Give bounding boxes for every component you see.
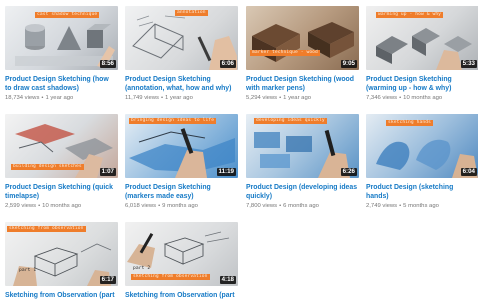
video-title-line: (annotation, what, how and why): [125, 85, 232, 92]
upload-age: 1 year ago: [45, 95, 74, 101]
overlay-tag: warming up - how & why: [376, 12, 444, 18]
video-title-line: timelapse): [5, 193, 40, 200]
video-meta: 18,734 views • 1 year ago: [5, 95, 121, 102]
overlay-tag: part 1: [19, 268, 37, 273]
video-thumbnail[interactable]: marker technique - wood 9:05: [246, 6, 359, 70]
view-count: 7,800 views: [246, 203, 278, 209]
video-title-link[interactable]: Product Design Sketching (markers made e…: [125, 183, 241, 201]
duration-badge: 6:06: [219, 60, 236, 68]
video-title-line: quickly): [246, 193, 273, 200]
overlay-tag: sketching from observation: [131, 274, 210, 280]
duration-badge: 6:04: [460, 168, 477, 176]
video-title-line: Sketching from Observation (part: [5, 292, 115, 299]
video-title-link[interactable]: Product Design Sketching (how to draw ca…: [5, 75, 121, 93]
video-title-link[interactable]: Product Design Sketching (quick timelaps…: [5, 183, 121, 201]
upload-age: 1 year ago: [165, 95, 193, 101]
video-title-line: Product Design Sketching (wood: [246, 76, 354, 83]
video-thumbnail[interactable]: sketching from observation part 1 6:17: [5, 222, 118, 286]
video-title-line: Product Design Sketching: [125, 76, 211, 83]
video-title-line: Product Design (sketching: [366, 184, 454, 191]
video-title-link[interactable]: Sketching from Observation (part: [125, 291, 241, 300]
video-meta: 11,749 views • 1 year ago: [125, 95, 241, 102]
overlay-tag: cast shadow technique: [35, 12, 100, 18]
video-title-line: hands): [366, 193, 389, 200]
duration-badge: 4:18: [219, 276, 236, 284]
view-count: 6,018 views: [125, 203, 157, 209]
video-title-link[interactable]: Sketching from Observation (part: [5, 291, 121, 300]
overlay-tag: building design sketches: [11, 164, 84, 170]
view-count: 11,749 views: [125, 95, 159, 101]
video-title-line: Product Design (developing ideas: [246, 184, 358, 191]
view-count: 2,599 views: [5, 203, 37, 209]
video-meta: 6,018 views • 9 months ago: [125, 203, 241, 210]
video-thumbnail[interactable]: part 2 sketching from observation 4:18: [125, 222, 238, 286]
video-thumbnail[interactable]: cast shadow technique 8:56: [5, 6, 118, 70]
duration-badge: 1:07: [99, 168, 116, 176]
video-title-line: with marker pens): [246, 85, 305, 92]
video-thumbnail[interactable]: warming up - how & why 5:33: [366, 6, 478, 70]
video-title-line: Product Design Sketching (how: [5, 76, 109, 83]
view-count: 2,749 views: [366, 203, 398, 209]
duration-badge: 6:17: [99, 276, 116, 284]
upload-age: 10 months ago: [42, 203, 82, 209]
video-meta: 7,800 views • 6 months ago: [246, 203, 362, 210]
video-title-line: (warming up - how & why): [366, 85, 452, 92]
video-title-line: (markers made easy): [125, 193, 194, 200]
overlay-tag: annotation: [175, 10, 208, 16]
overlay-tag: developing ideas quickly: [254, 118, 327, 124]
video-thumbnail[interactable]: sketching hands 6:04: [366, 114, 478, 178]
duration-badge: 8:56: [99, 60, 116, 68]
duration-badge: 6:26: [340, 168, 357, 176]
upload-age: 1 year ago: [283, 95, 312, 101]
duration-badge: 9:05: [340, 60, 357, 68]
video-title-link[interactable]: Product Design Sketching (annotation, wh…: [125, 75, 241, 93]
video-meta: 2,599 views • 10 months ago: [5, 203, 121, 210]
video-thumbnail[interactable]: developing ideas quickly 6:26: [246, 114, 359, 178]
video-title-line: Product Design Sketching: [366, 76, 452, 83]
video-title-link[interactable]: Product Design (sketching hands): [366, 183, 478, 201]
view-count: 18,734 views: [5, 95, 40, 101]
video-meta: 5,294 views • 1 year ago: [246, 95, 362, 102]
duration-badge: 5:33: [460, 60, 477, 68]
video-meta: 7,346 views • 10 months ago: [366, 95, 478, 102]
duration-badge: 11:19: [216, 168, 236, 176]
video-thumbnail[interactable]: annotation 6:06: [125, 6, 238, 70]
upload-age: 6 months ago: [283, 203, 319, 209]
video-title-link[interactable]: Product Design Sketching (wood with mark…: [246, 75, 362, 93]
video-thumbnail[interactable]: bringing design ideas to life 11:19: [125, 114, 238, 178]
upload-age: 10 months ago: [403, 95, 443, 101]
overlay-tag: marker technique - wood: [250, 50, 320, 56]
upload-age: 9 months ago: [162, 203, 198, 209]
overlay-tag: bringing design ideas to life: [129, 118, 217, 124]
video-title-line: Product Design Sketching (quick: [5, 184, 113, 191]
video-thumbnail[interactable]: building design sketches 1:07: [5, 114, 118, 178]
video-title-line: Product Design Sketching: [125, 184, 211, 191]
video-title-link[interactable]: Product Design Sketching (warming up - h…: [366, 75, 478, 93]
view-count: 7,346 views: [366, 95, 398, 101]
overlay-tag: sketching from observation: [7, 226, 86, 232]
overlay-tag: sketching hands: [386, 120, 433, 126]
video-meta: 2,749 views • 5 months ago: [366, 203, 478, 210]
video-title-link[interactable]: Product Design (developing ideas quickly…: [246, 183, 362, 201]
view-count: 5,294 views: [246, 95, 278, 101]
upload-age: 5 months ago: [403, 203, 439, 209]
overlay-tag: part 2: [133, 266, 151, 271]
video-title-line: Sketching from Observation (part: [125, 292, 235, 299]
video-title-line: to draw cast shadows): [5, 85, 79, 92]
